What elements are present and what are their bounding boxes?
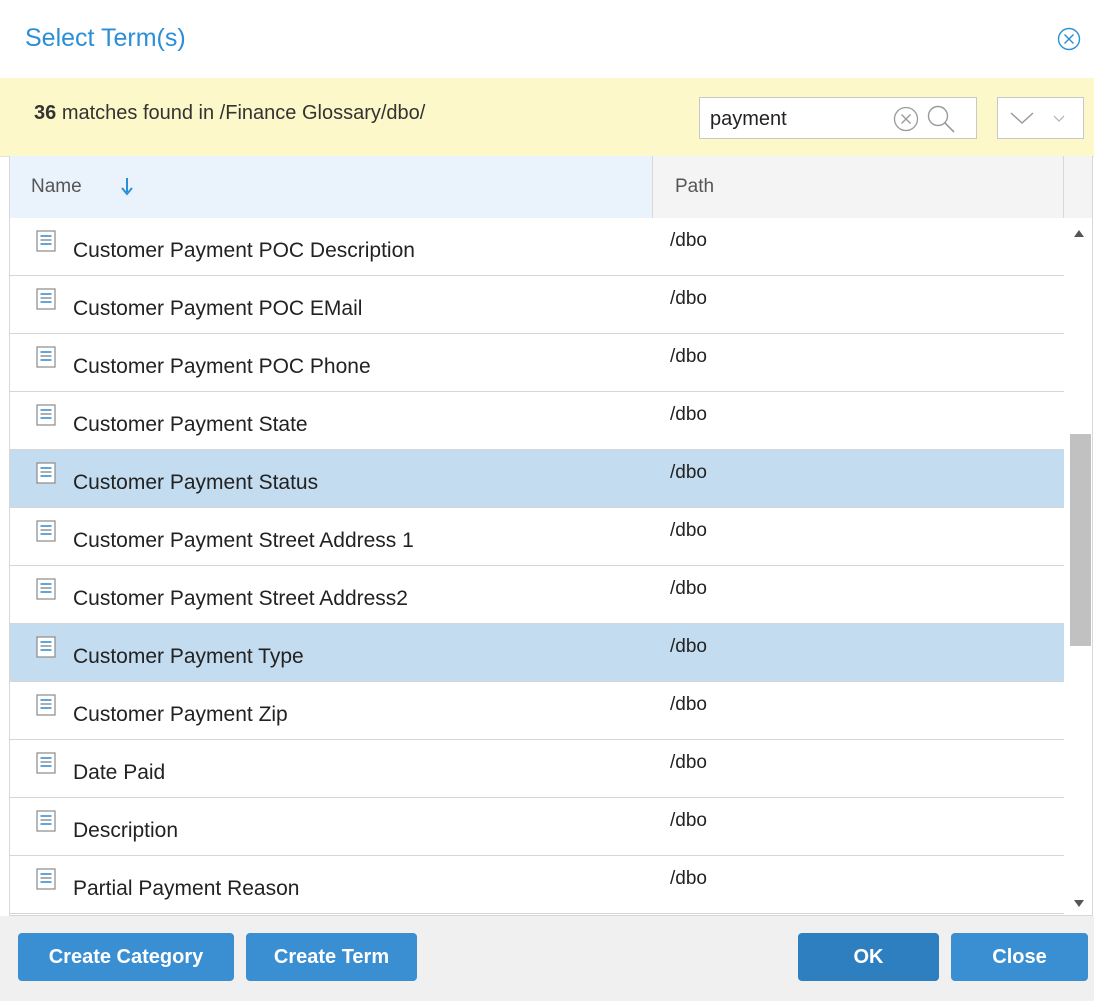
term-document-icon	[36, 230, 56, 252]
term-path: /dbo	[670, 810, 707, 831]
search-box	[699, 97, 977, 139]
term-name: Customer Payment State	[73, 413, 308, 436]
match-count: 36	[34, 102, 57, 124]
term-document-icon	[36, 868, 56, 890]
term-name: Customer Payment Street Address 1	[73, 529, 414, 552]
term-name: Customer Payment POC Phone	[73, 355, 371, 378]
grid-body: Customer Payment POC Description/dbo Cust…	[10, 218, 1064, 914]
match-summary: 36 matches found in /Finance Glossary/db…	[34, 102, 425, 125]
table-row[interactable]: Customer Payment Zip/dbo	[10, 682, 1064, 740]
term-document-icon	[36, 752, 56, 774]
grid-header: Name Path	[10, 156, 1092, 219]
table-row[interactable]: Customer Payment Street Address2/dbo	[10, 566, 1064, 624]
scroll-thumb[interactable]	[1070, 434, 1091, 646]
term-document-icon	[36, 288, 56, 310]
match-text: matches found in /Finance Glossary/dbo/	[61, 102, 426, 124]
grid-scrollbar[interactable]	[1064, 218, 1092, 915]
term-name: Customer Payment POC EMail	[73, 297, 363, 320]
term-document-icon	[36, 520, 56, 542]
table-row[interactable]: Customer Payment Type/dbo	[10, 624, 1064, 682]
term-name: Customer Payment Street Address2	[73, 587, 408, 610]
table-row[interactable]: Customer Payment POC Description/dbo	[10, 218, 1064, 276]
term-path: /dbo	[670, 346, 707, 367]
table-row[interactable]: Partial Payment Reason/dbo	[10, 856, 1064, 914]
term-document-icon	[36, 346, 56, 368]
sort-descending-icon	[121, 178, 133, 196]
column-header-name[interactable]: Name	[10, 156, 653, 218]
search-icon[interactable]	[926, 104, 956, 134]
table-row[interactable]: Customer Payment POC EMail/dbo	[10, 276, 1064, 334]
term-document-icon	[36, 578, 56, 600]
term-document-icon	[36, 462, 56, 484]
terms-grid: Name Path Customer Payment POC Descripti…	[9, 156, 1093, 916]
column-header-path[interactable]: Path	[653, 156, 1064, 218]
table-row[interactable]: Customer Payment POC Phone/dbo	[10, 334, 1064, 392]
term-path: /dbo	[670, 230, 707, 251]
term-name: Description	[73, 819, 179, 842]
term-path: /dbo	[670, 404, 707, 425]
scroll-down-arrow-icon[interactable]	[1072, 899, 1086, 909]
ok-button[interactable]: OK	[798, 933, 939, 981]
term-name: Customer Payment POC Description	[73, 239, 415, 262]
close-dialog-icon[interactable]	[1057, 27, 1081, 51]
search-bar: 36 matches found in /Finance Glossary/db…	[0, 78, 1094, 157]
table-row[interactable]: Customer Payment Status/dbo	[10, 450, 1064, 508]
close-button[interactable]: Close	[951, 933, 1088, 981]
search-input[interactable]	[710, 106, 880, 132]
chevron-down-icon	[1010, 112, 1065, 125]
dialog-title-bar: Select Term(s)	[0, 0, 1094, 78]
table-row[interactable]: Customer Payment State/dbo	[10, 392, 1064, 450]
column-header-path-label: Path	[675, 176, 715, 197]
term-path: /dbo	[670, 520, 707, 541]
term-name: Customer Payment Zip	[73, 703, 288, 726]
column-header-name-label: Name	[31, 176, 82, 197]
dialog-footer: Create Category Create Term OK Close	[0, 916, 1094, 1001]
term-name: Customer Payment Status	[73, 471, 319, 494]
term-path: /dbo	[670, 578, 707, 599]
term-name: Partial Payment Reason	[73, 877, 300, 900]
table-row[interactable]: Customer Payment Street Address 1/dbo	[10, 508, 1064, 566]
term-path: /dbo	[670, 636, 707, 657]
clear-search-icon[interactable]	[893, 106, 919, 132]
term-document-icon	[36, 810, 56, 832]
term-name: Date Paid	[73, 761, 166, 784]
term-document-icon	[36, 404, 56, 426]
term-path: /dbo	[670, 752, 707, 773]
term-name: Customer Payment Type	[73, 645, 304, 668]
table-row[interactable]: Date Paid/dbo	[10, 740, 1064, 798]
scroll-up-arrow-icon[interactable]	[1072, 228, 1086, 238]
term-document-icon	[36, 636, 56, 658]
table-row[interactable]: Description/dbo	[10, 798, 1064, 856]
dialog-title: Select Term(s)	[25, 24, 186, 52]
create-term-button[interactable]: Create Term	[246, 933, 417, 981]
term-path: /dbo	[670, 868, 707, 889]
search-options-dropdown[interactable]	[997, 97, 1084, 139]
term-path: /dbo	[670, 694, 707, 715]
term-path: /dbo	[670, 288, 707, 309]
term-path: /dbo	[670, 462, 707, 483]
create-category-button[interactable]: Create Category	[18, 933, 234, 981]
term-document-icon	[36, 694, 56, 716]
